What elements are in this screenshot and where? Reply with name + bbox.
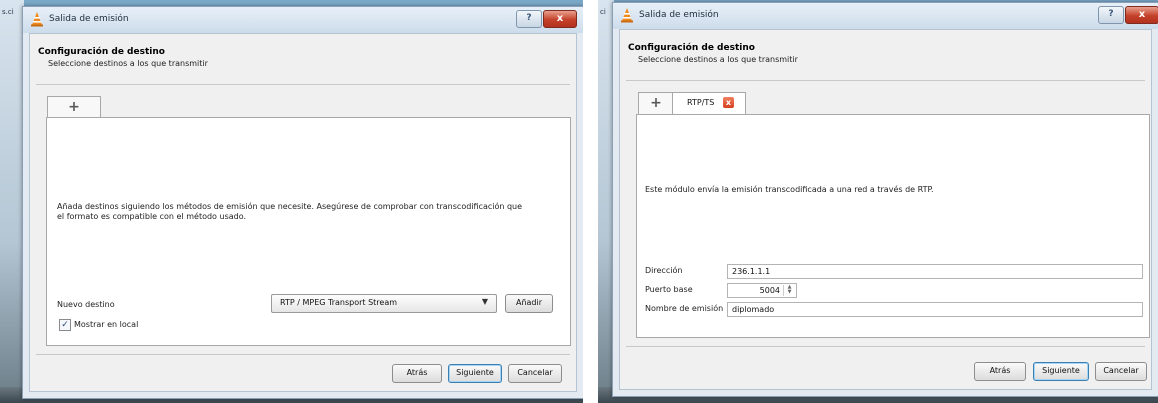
new-destination-label: Nuevo destino [57, 300, 115, 309]
description-text: Este módulo envía la emisión transcodifi… [645, 185, 934, 194]
show-local-checkbox[interactable]: ✓ [59, 319, 71, 331]
tab-rtp-ts[interactable]: RTP/TS x [672, 92, 746, 116]
header-subtitle: Seleccione destinos a los que transmitir [638, 55, 798, 64]
stream-output-window: Salida de emisión ? x Configuración de d… [612, 2, 1158, 397]
wizard-header: Configuración de destino Seleccione dest… [30, 34, 576, 90]
cancel-button[interactable]: Cancelar [508, 364, 562, 383]
vlc-cone-icon [31, 12, 43, 27]
stream-name-field[interactable]: diplomado [727, 302, 1143, 317]
title-bar[interactable]: Salida de emisión ? x [23, 7, 583, 33]
address-label: Dirección [645, 266, 683, 275]
plus-icon: + [650, 95, 662, 111]
description-text: Añada destinos siguiendo los métodos de … [57, 202, 523, 221]
port-spinbox[interactable]: 5004 ▲ ▼ [727, 283, 797, 298]
desktop-edge: s.ci [0, 0, 24, 403]
vlc-cone-icon [621, 8, 633, 23]
screenshot-left: s.ci Salida de emisión ? x Configuración… [0, 0, 583, 403]
stream-name-label: Nombre de emisión [645, 304, 724, 313]
stream-output-window: Salida de emisión ? x Configuración de d… [22, 6, 583, 399]
port-label: Puerto base [645, 285, 693, 294]
title-bar[interactable]: Salida de emisión ? x [613, 3, 1158, 29]
help-button[interactable]: ? [1098, 6, 1124, 24]
destination-combobox-value: RTP / MPEG Transport Stream [280, 298, 398, 307]
header-title: Configuración de destino [38, 47, 165, 57]
chevron-down-icon: ▼ [481, 297, 488, 306]
add-button[interactable]: Añadir [505, 294, 553, 313]
address-field[interactable]: 236.1.1.1 [727, 264, 1143, 279]
address-value: 236.1.1.1 [732, 267, 771, 276]
wizard-client-area: Configuración de destino Seleccione dest… [619, 29, 1152, 390]
footer-divider [626, 346, 1145, 347]
close-button[interactable]: x [1125, 6, 1158, 24]
window-title: Salida de emisión [639, 10, 719, 20]
next-button[interactable]: Siguiente [448, 364, 502, 383]
close-button[interactable]: x [543, 10, 577, 28]
add-destination-tab[interactable]: + [47, 96, 101, 119]
footer-divider [36, 354, 570, 355]
back-button[interactable]: Atrás [392, 364, 442, 383]
spin-arrows-icon[interactable]: ▲ ▼ [783, 285, 795, 296]
destination-combobox[interactable]: RTP / MPEG Transport Stream ▼ [271, 294, 497, 313]
help-button[interactable]: ? [516, 10, 542, 28]
screenshot-right: ci Salida de emisión ? x Configuración d… [598, 0, 1158, 403]
header-divider [626, 80, 1145, 81]
back-button[interactable]: Atrás [974, 362, 1026, 381]
tab-panel: Añada destinos siguiendo los métodos de … [46, 117, 571, 346]
wizard-header: Configuración de destino Seleccione dest… [620, 30, 1151, 86]
add-destination-tab[interactable]: + [638, 92, 674, 115]
close-icon[interactable]: x [723, 97, 734, 108]
desktop-text: s.ci [2, 8, 14, 16]
header-subtitle: Seleccione destinos a los que transmitir [48, 59, 208, 68]
plus-icon: + [68, 99, 80, 115]
header-title: Configuración de destino [628, 43, 755, 53]
tab-panel: Este módulo envía la emisión transcodifi… [636, 114, 1150, 338]
cancel-button[interactable]: Cancelar [1095, 362, 1147, 381]
window-title: Salida de emisión [49, 14, 129, 24]
desktop-text: ci [600, 8, 606, 16]
header-divider [36, 84, 570, 85]
tab-rtp-ts-label: RTP/TS [687, 98, 715, 107]
show-local-label: Mostrar en local [74, 320, 139, 329]
stream-name-value: diplomado [732, 305, 775, 314]
next-button[interactable]: Siguiente [1033, 362, 1089, 381]
wizard-client-area: Configuración de destino Seleccione dest… [29, 33, 577, 392]
port-value: 5004 [759, 286, 780, 295]
